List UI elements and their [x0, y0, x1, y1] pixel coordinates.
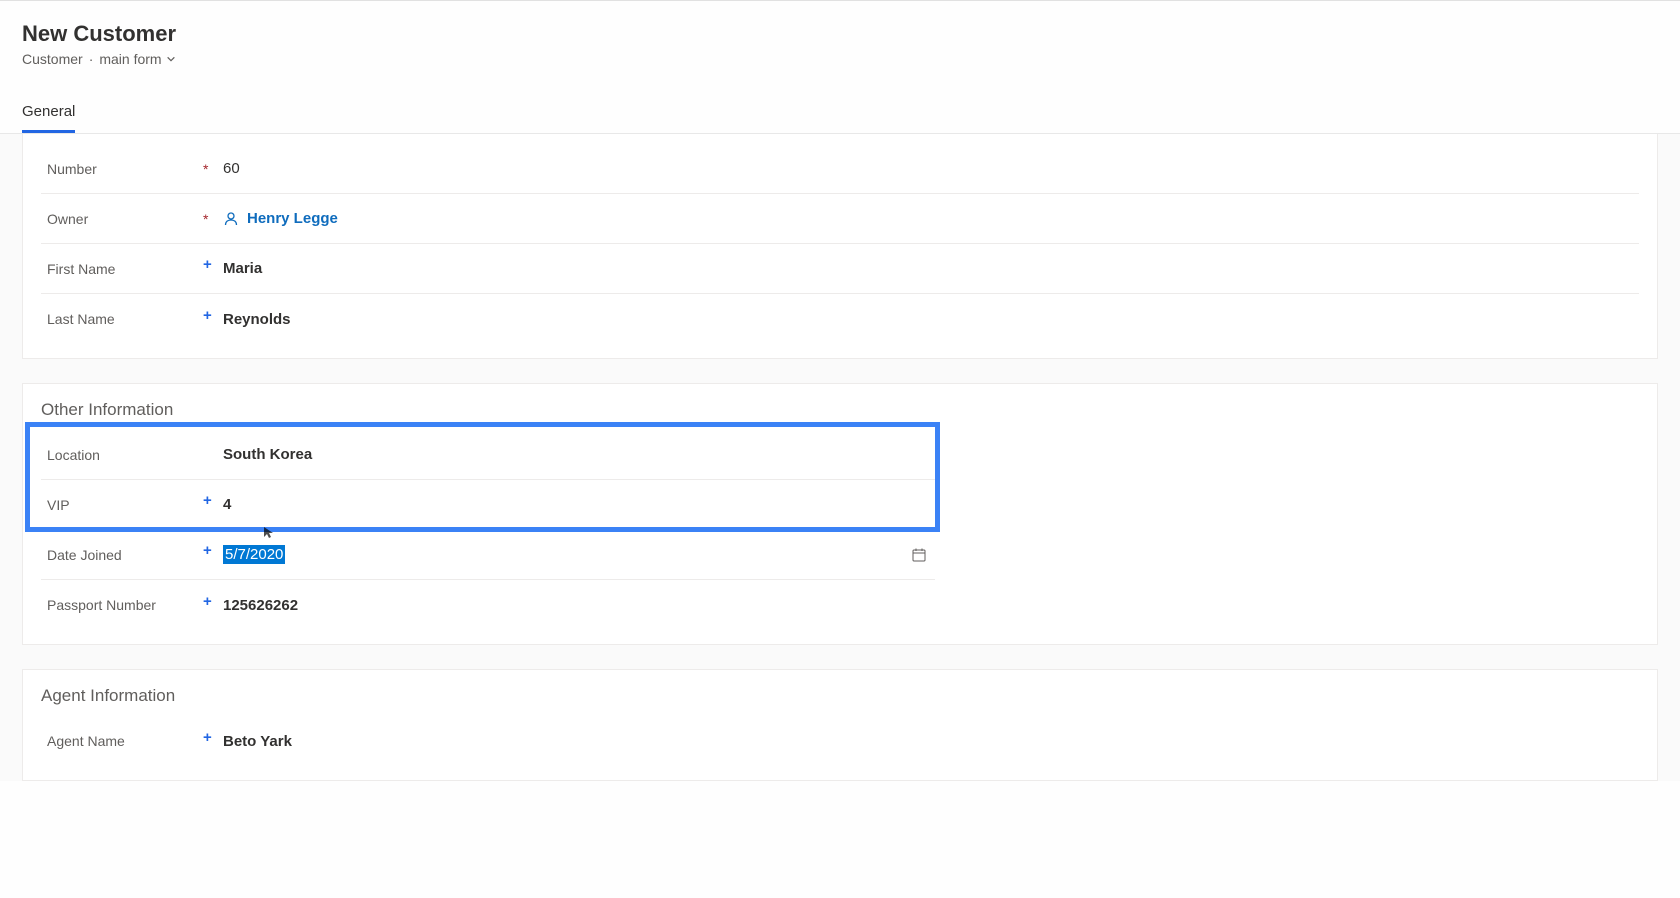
input-vip[interactable]: 4: [223, 484, 935, 525]
input-location[interactable]: South Korea: [223, 434, 935, 475]
input-date-joined[interactable]: 5/7/2020: [223, 533, 935, 576]
label-number: Number: [41, 161, 203, 177]
field-passport-number: Passport Number + 125626262: [41, 580, 935, 630]
indicator-required: *: [203, 212, 223, 226]
input-passport-number[interactable]: 125626262: [223, 585, 935, 626]
page-title: New Customer: [22, 21, 1658, 47]
breadcrumb-entity: Customer: [22, 51, 83, 67]
chevron-down-icon: [166, 54, 176, 64]
value-passport-number: 125626262: [223, 597, 298, 614]
tab-bar: General: [0, 95, 1680, 134]
value-date-joined: 5/7/2020: [223, 545, 285, 564]
field-last-name: Last Name + Reynolds: [41, 294, 1639, 344]
field-date-joined: Date Joined + 5/7/2020: [41, 530, 935, 580]
section-title-agent-information: Agent Information: [23, 670, 1657, 716]
field-owner: Owner * Henry Legge: [41, 194, 1639, 244]
field-first-name: First Name + Maria: [41, 244, 1639, 294]
field-location: Location South Korea: [41, 430, 935, 480]
value-last-name: Reynolds: [223, 311, 291, 328]
form-selector-label: main form: [99, 51, 161, 67]
field-number: Number * 60: [41, 144, 1639, 194]
calendar-icon[interactable]: [911, 547, 927, 563]
value-owner: Henry Legge: [247, 210, 338, 227]
form-selector[interactable]: main form: [99, 51, 175, 67]
value-vip: 4: [223, 496, 231, 513]
label-vip: VIP: [41, 497, 203, 513]
person-icon: [223, 211, 239, 227]
label-date-joined: Date Joined: [41, 547, 203, 563]
field-vip: VIP + 4: [41, 480, 935, 530]
indicator-recommended: +: [203, 497, 223, 512]
label-owner: Owner: [41, 211, 203, 227]
form-content: Number * 60 Owner *: [0, 134, 1680, 781]
indicator-recommended: +: [203, 734, 223, 749]
value-agent-name: Beto Yark: [223, 733, 292, 750]
value-number: 60: [223, 160, 240, 177]
tab-general[interactable]: General: [22, 95, 75, 133]
label-agent-name: Agent Name: [41, 733, 203, 749]
field-agent-name: Agent Name + Beto Yark: [41, 716, 935, 766]
value-location: South Korea: [223, 446, 312, 463]
input-first-name[interactable]: Maria: [223, 248, 1639, 289]
indicator-recommended: +: [203, 312, 223, 327]
page-header: New Customer Customer · main form: [0, 0, 1680, 75]
section-title-other-information: Other Information: [23, 384, 1657, 430]
owner-lookup-link: Henry Legge: [223, 210, 338, 227]
section-primary: Number * 60 Owner *: [22, 134, 1658, 359]
label-last-name: Last Name: [41, 311, 203, 327]
input-last-name[interactable]: Reynolds: [223, 299, 1639, 340]
indicator-recommended: +: [203, 261, 223, 276]
breadcrumb-separator: ·: [89, 51, 94, 67]
input-number[interactable]: 60: [223, 148, 1639, 189]
value-first-name: Maria: [223, 260, 262, 277]
input-agent-name[interactable]: Beto Yark: [223, 721, 935, 762]
breadcrumb: Customer · main form: [22, 51, 1658, 67]
indicator-recommended: +: [203, 547, 223, 562]
section-other-information: Other Information Location South Korea V…: [22, 383, 1658, 645]
label-first-name: First Name: [41, 261, 203, 277]
indicator-required: *: [203, 162, 223, 176]
input-owner[interactable]: Henry Legge: [223, 198, 1639, 239]
section-agent-information: Agent Information Agent Name + Beto Yark: [22, 669, 1658, 781]
label-passport-number: Passport Number: [41, 597, 203, 613]
indicator-recommended: +: [203, 598, 223, 613]
label-location: Location: [41, 447, 203, 463]
